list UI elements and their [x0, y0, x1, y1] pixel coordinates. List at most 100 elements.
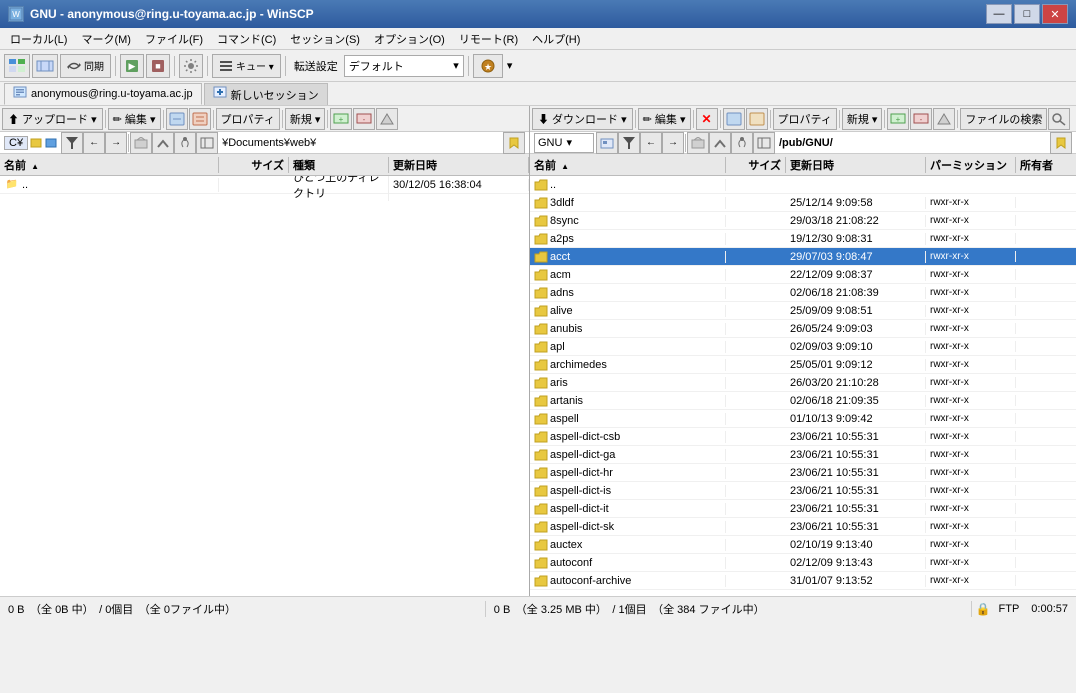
remote-icon2[interactable]	[746, 108, 768, 130]
local-icon1[interactable]	[166, 108, 188, 130]
remote-file-row[interactable]: aspell-dict-is 23/06/21 10:55:31 rwxr-xr…	[530, 482, 1076, 500]
window-controls[interactable]: — □ ✕	[986, 4, 1068, 24]
tb-icon1[interactable]	[4, 54, 30, 78]
local-edit-button[interactable]: ✏ 編集 ▾	[108, 108, 161, 130]
remote-file-row[interactable]: aspell-dict-hr 23/06/21 10:55:31 rwxr-xr…	[530, 464, 1076, 482]
remote-nav-icon4[interactable]	[753, 132, 775, 154]
remote-file-date: 25/12/14 9:09:58	[786, 197, 926, 209]
menu-session[interactable]: セッション(S)	[284, 29, 366, 49]
minimize-button[interactable]: —	[986, 4, 1012, 24]
local-upload-button[interactable]: ⬆ アップロード ▾	[2, 108, 103, 130]
local-icon3[interactable]: +	[330, 108, 352, 130]
transfer-dropdown[interactable]: デフォルト ▾	[344, 55, 464, 77]
remote-col-owner-header[interactable]: 所有者	[1016, 157, 1076, 173]
remote-file-row[interactable]: aspell-dict-csb 23/06/21 10:55:31 rwxr-x…	[530, 428, 1076, 446]
remote-file-row[interactable]: acm 22/12/09 9:08:37 rwxr-xr-x	[530, 266, 1076, 284]
remote-icon5[interactable]	[933, 108, 955, 130]
local-drive[interactable]: C¥	[4, 136, 28, 150]
folder-icon	[534, 341, 548, 353]
remote-bookmark[interactable]	[1050, 132, 1072, 154]
remote-nav-forward[interactable]: →	[662, 132, 684, 154]
remote-edit-button[interactable]: ✏ 編集 ▾	[638, 108, 691, 130]
remote-file-row[interactable]: archimedes 25/05/01 9:09:12 rwxr-xr-x	[530, 356, 1076, 374]
close-button[interactable]: ✕	[1042, 4, 1068, 24]
menu-remote[interactable]: リモート(R)	[453, 29, 524, 49]
remote-file-row[interactable]: adns 02/06/18 21:08:39 rwxr-xr-x	[530, 284, 1076, 302]
remote-icon3[interactable]: +	[887, 108, 909, 130]
remote-file-row[interactable]: auctex 02/10/19 9:13:40 rwxr-xr-x	[530, 536, 1076, 554]
remote-icon4[interactable]: -	[910, 108, 932, 130]
remote-file-row[interactable]: alive 25/09/09 9:08:51 rwxr-xr-x	[530, 302, 1076, 320]
remote-filter-btn[interactable]	[618, 132, 640, 154]
local-nav-forward[interactable]: →	[105, 132, 127, 154]
gear-button[interactable]	[179, 54, 203, 78]
remote-search-icon[interactable]	[1048, 108, 1070, 130]
remote-file-row[interactable]: apl 02/09/03 9:09:10 rwxr-xr-x	[530, 338, 1076, 356]
local-properties-button[interactable]: プロパティ	[216, 108, 280, 130]
tb-icon4[interactable]: ■	[146, 54, 170, 78]
local-nav-back[interactable]: ←	[83, 132, 105, 154]
local-icon2[interactable]	[189, 108, 211, 130]
tab-session[interactable]: anonymous@ring.u-toyama.ac.jp	[4, 83, 202, 105]
tb-arrow[interactable]: ▾	[507, 59, 513, 72]
remote-nav-icon3[interactable]	[731, 132, 753, 154]
remote-nav-back[interactable]: ←	[640, 132, 662, 154]
local-new-button[interactable]: 新規 ▾	[285, 108, 326, 130]
remote-icon1[interactable]	[723, 108, 745, 130]
local-col-date-header[interactable]: 更新日時	[389, 157, 529, 173]
remote-file-row[interactable]: aspell-dict-ga 23/06/21 10:55:31 rwxr-xr…	[530, 446, 1076, 464]
local-col-size-header[interactable]: サイズ	[219, 157, 289, 173]
remote-file-row[interactable]: aspell-dict-sk 23/06/21 10:55:31 rwxr-xr…	[530, 518, 1076, 536]
local-nav-filter[interactable]	[61, 132, 83, 154]
tab-new-session[interactable]: 新しいセッション	[204, 83, 328, 105]
menu-command[interactable]: コマンド(C)	[211, 29, 282, 49]
remote-nav-icon1[interactable]	[687, 132, 709, 154]
remote-file-row[interactable]: autoconf 02/12/09 9:13:43 rwxr-xr-x	[530, 554, 1076, 572]
remote-delete-button[interactable]: ✕	[696, 108, 718, 130]
remote-col-size-header[interactable]: サイズ	[726, 157, 786, 173]
local-bookmark[interactable]	[503, 132, 525, 154]
remote-file-row[interactable]: ..	[530, 176, 1076, 194]
tb-icon2[interactable]	[32, 54, 58, 78]
remote-server-dropdown[interactable]: GNU ▾	[534, 133, 594, 153]
remote-file-row[interactable]: anubis 26/05/24 9:09:03 rwxr-xr-x	[530, 320, 1076, 338]
maximize-button[interactable]: □	[1014, 4, 1040, 24]
remote-nav-icon2[interactable]	[709, 132, 731, 154]
remote-col-perm-header[interactable]: パーミッション	[926, 157, 1016, 173]
remote-file-row[interactable]: 3dldf 25/12/14 9:09:58 rwxr-xr-x	[530, 194, 1076, 212]
menu-help[interactable]: ヘルプ(H)	[526, 29, 586, 49]
remote-file-row[interactable]: aspell-dict-it 23/06/21 10:55:31 rwxr-xr…	[530, 500, 1076, 518]
menu-local[interactable]: ローカル(L)	[4, 29, 73, 49]
remote-file-row[interactable]: a2ps 19/12/30 9:08:31 rwxr-xr-x	[530, 230, 1076, 248]
local-nav-icon1[interactable]	[130, 132, 152, 154]
menu-option[interactable]: オプション(O)	[368, 29, 451, 49]
remote-file-search-button[interactable]: ファイルの検索	[960, 108, 1047, 130]
remote-file-row[interactable]: aris 26/03/20 21:10:28 rwxr-xr-x	[530, 374, 1076, 392]
remote-new-button[interactable]: 新規 ▾	[842, 108, 883, 130]
remote-file-row[interactable]: autoconf-archive 31/01/07 9:13:52 rwxr-x…	[530, 572, 1076, 590]
local-nav-icon3[interactable]	[174, 132, 196, 154]
remote-file-row[interactable]: acct 29/07/03 9:08:47 rwxr-xr-x	[530, 248, 1076, 266]
remote-file-row[interactable]: aspell 01/10/13 9:09:42 rwxr-xr-x	[530, 410, 1076, 428]
remote-file-name-cell: autoconf	[530, 557, 726, 569]
local-file-row-dotdot[interactable]: 📁 .. ひとつ上のディレクトリ 30/12/05 16:38:04	[0, 176, 529, 194]
menu-mark[interactable]: マーク(M)	[75, 29, 137, 49]
remote-download-button[interactable]: ⬇ ダウンロード ▾	[532, 108, 633, 130]
remote-col-name-header[interactable]: 名前 ▲	[530, 157, 726, 173]
remote-properties-button[interactable]: プロパティ	[773, 108, 837, 130]
local-nav-icon2[interactable]	[152, 132, 174, 154]
local-col-name-header[interactable]: 名前 ▲	[0, 157, 219, 173]
menu-file[interactable]: ファイル(F)	[139, 29, 209, 49]
local-col-type-header[interactable]: 種類	[289, 157, 389, 173]
remote-file-row[interactable]: 8sync 29/03/18 21:08:22 rwxr-xr-x	[530, 212, 1076, 230]
tb-icon3[interactable]: ▶	[120, 54, 144, 78]
queue-button[interactable]: キュー ▾	[212, 54, 281, 78]
sync-button[interactable]: 同期	[60, 54, 111, 78]
local-icon4[interactable]: -	[353, 108, 375, 130]
local-icon5[interactable]	[376, 108, 398, 130]
remote-col-date-header[interactable]: 更新日時	[786, 157, 926, 173]
remote-file-row[interactable]: artanis 02/06/18 21:09:35 rwxr-xr-x	[530, 392, 1076, 410]
tb-bookmark[interactable]: ★	[473, 54, 503, 78]
remote-drive-icon[interactable]	[596, 132, 618, 154]
local-nav-icon4[interactable]	[196, 132, 218, 154]
